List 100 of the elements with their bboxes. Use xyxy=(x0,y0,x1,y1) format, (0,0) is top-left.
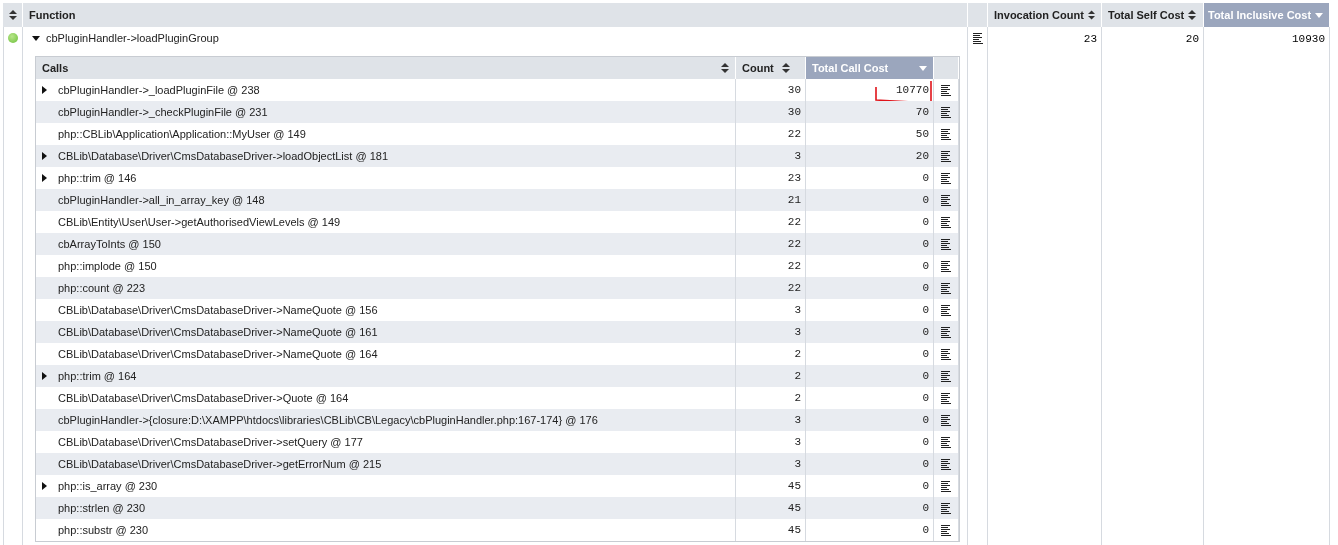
table-cell: 45 xyxy=(787,480,801,492)
table-cell: 0 xyxy=(922,414,929,426)
call-name[interactable]: CBLib\Database\Driver\CmsDatabaseDriver->setQuery @ 177 xyxy=(58,436,363,448)
table-cell: 0 xyxy=(922,480,929,492)
list-icon[interactable] xyxy=(941,370,951,382)
call-name[interactable]: cbPluginHandler->all_in_array_key @ 148 xyxy=(58,194,265,206)
call-name[interactable]: php::implode @ 150 xyxy=(58,260,157,272)
table-cell: 0 xyxy=(922,194,929,206)
call-name[interactable]: php::substr @ 230 xyxy=(58,524,149,536)
list-icon[interactable] xyxy=(941,502,951,514)
table-cell: 20 xyxy=(1185,33,1199,45)
table-cell: 30 xyxy=(787,84,801,96)
call-name[interactable]: cbArrayToInts @ 150 xyxy=(58,238,161,250)
list-icon[interactable] xyxy=(941,414,951,426)
sort-icon[interactable] xyxy=(781,63,790,73)
list-icon[interactable] xyxy=(941,392,951,404)
table-cell: 3 xyxy=(794,304,801,316)
call-name[interactable]: CBLib\Database\Driver\CmsDatabaseDriver->Quote @ 164 xyxy=(58,392,349,404)
table-cell: 0 xyxy=(922,304,929,316)
table-cell: 0 xyxy=(922,348,929,360)
call-name[interactable]: php::count @ 223 xyxy=(58,282,145,294)
table-cell: 3 xyxy=(794,150,801,162)
list-icon[interactable] xyxy=(941,436,951,448)
table-cell: 70 xyxy=(915,106,929,118)
table-cell: 10930 xyxy=(1292,33,1325,45)
table-cell: 2 xyxy=(794,392,801,404)
table-cell: 3 xyxy=(794,414,801,426)
list-icon[interactable] xyxy=(941,480,951,492)
column-header[interactable]: Total Self Cost xyxy=(1102,3,1204,27)
status-dot xyxy=(8,33,18,43)
table-cell: 30 xyxy=(787,106,801,118)
sort-icon[interactable] xyxy=(1188,10,1197,20)
list-icon[interactable] xyxy=(941,458,951,470)
collapse-icon[interactable] xyxy=(32,34,40,42)
call-name[interactable]: php::CBLib\Application\Application::MyUser @ 149 xyxy=(58,128,306,140)
table-cell: 3 xyxy=(794,458,801,470)
list-icon[interactable] xyxy=(941,128,951,140)
list-icon[interactable] xyxy=(941,172,951,184)
sort-icon[interactable] xyxy=(1087,10,1095,20)
column-header[interactable]: Function xyxy=(23,3,968,27)
expand-icon[interactable] xyxy=(42,372,47,380)
expand-icon[interactable] xyxy=(42,152,47,160)
expand-icon[interactable] xyxy=(42,86,47,94)
table-cell: 21 xyxy=(787,194,801,206)
table-cell: 22 xyxy=(787,238,801,250)
expand-icon[interactable] xyxy=(42,174,47,182)
list-icon[interactable] xyxy=(941,84,951,96)
sort-icon[interactable] xyxy=(8,10,17,20)
call-name[interactable]: php::is_array @ 230 xyxy=(58,480,158,492)
list-icon[interactable] xyxy=(941,150,951,162)
list-icon[interactable] xyxy=(941,194,951,206)
column-header[interactable]: Calls xyxy=(36,57,736,79)
table-cell: 23 xyxy=(1083,33,1097,45)
table-cell: 3 xyxy=(794,326,801,338)
table-cell: 0 xyxy=(922,326,929,338)
call-name[interactable]: CBLib\Database\Driver\CmsDatabaseDriver->NameQuote @ 156 xyxy=(58,304,378,316)
table-cell: 0 xyxy=(922,238,929,250)
table-cell: 0 xyxy=(922,370,929,382)
table-cell: 0 xyxy=(922,172,929,184)
table-cell: 0 xyxy=(922,392,929,404)
table-cell: 10770 xyxy=(896,84,929,96)
list-icon[interactable] xyxy=(941,216,951,228)
call-name[interactable]: php::strlen @ 230 xyxy=(58,502,145,514)
table-cell: 45 xyxy=(787,502,801,514)
list-icon[interactable] xyxy=(941,260,951,272)
table-cell: 22 xyxy=(787,216,801,228)
column-header[interactable]: Count xyxy=(736,57,806,79)
table-cell: 0 xyxy=(922,436,929,448)
call-name[interactable]: CBLib\Database\Driver\CmsDatabaseDriver->NameQuote @ 164 xyxy=(58,348,378,360)
call-name[interactable]: cbPluginHandler->_checkPluginFile @ 231 xyxy=(58,106,268,118)
column-header[interactable]: Invocation Count xyxy=(988,3,1102,27)
call-name[interactable]: cbPluginHandler->_loadPluginFile @ 238 xyxy=(58,84,260,96)
table-cell: 22 xyxy=(787,282,801,294)
expand-icon[interactable] xyxy=(42,482,47,490)
list-icon[interactable] xyxy=(941,238,951,250)
list-icon[interactable] xyxy=(941,304,951,316)
table-cell: 0 xyxy=(922,502,929,514)
table-cell: 20 xyxy=(915,150,929,162)
list-icon[interactable] xyxy=(941,524,951,536)
list-icon[interactable] xyxy=(941,348,951,360)
table-cell: 0 xyxy=(922,216,929,228)
call-name[interactable]: php::trim @ 164 xyxy=(58,370,137,382)
call-name[interactable]: php::trim @ 146 xyxy=(58,172,137,184)
list-icon[interactable] xyxy=(972,33,983,44)
table-cell: 0 xyxy=(922,282,929,294)
sort-icon[interactable] xyxy=(721,63,729,73)
list-icon[interactable] xyxy=(941,106,951,118)
table-cell: 22 xyxy=(787,260,801,272)
table-cell: 45 xyxy=(787,524,801,536)
call-name[interactable]: CBLib\Entity\User\User->getAuthorisedViewLevels @ 149 xyxy=(58,216,341,228)
table-cell: 2 xyxy=(794,348,801,360)
function-name[interactable]: cbPluginHandler->loadPluginGroup xyxy=(46,32,219,44)
table-cell: 2 xyxy=(794,370,801,382)
table-cell: 0 xyxy=(922,524,929,536)
table-cell: 3 xyxy=(794,436,801,448)
list-icon[interactable] xyxy=(941,282,951,294)
table-cell: 23 xyxy=(787,172,801,184)
table-cell: 0 xyxy=(922,260,929,272)
list-icon[interactable] xyxy=(941,326,951,338)
table-cell: 0 xyxy=(922,458,929,470)
